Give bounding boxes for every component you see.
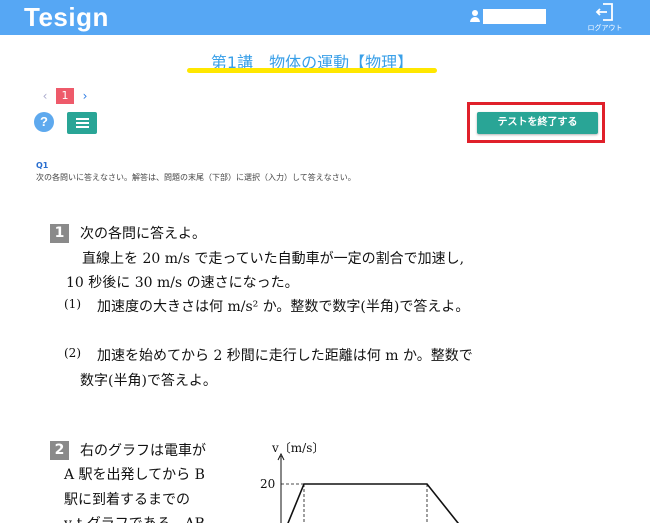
graph-ylabel: v〔m/s〕 — [271, 441, 324, 455]
help-button[interactable]: ? — [34, 112, 54, 132]
list-icon-line — [76, 126, 89, 128]
graph-velocity-line — [287, 483, 460, 523]
problem-text-line: 駅に到着するまでの — [64, 492, 190, 508]
pager-prev-button[interactable]: ‹ — [38, 89, 52, 103]
app-logo: Tesign — [24, 2, 109, 32]
question-pager: ‹ 1 › — [38, 88, 92, 104]
problem-text-line: A 駅を出発してから B — [64, 467, 205, 483]
problem-text-line: 右のグラフは電車が — [80, 443, 206, 459]
pager-current-page[interactable]: 1 — [56, 88, 74, 104]
graph-ytick-label: 20 — [260, 477, 275, 491]
problem-number-box: 1 — [50, 224, 69, 243]
logout-button[interactable]: ログアウト — [585, 2, 625, 34]
subquestion-number: (2) — [64, 346, 81, 360]
problem-lead: 次の各問に答えよ。 — [80, 226, 206, 242]
pager-next-button[interactable]: › — [78, 89, 92, 103]
user-name-redacted — [483, 9, 546, 24]
problem-number-box: 2 — [50, 441, 69, 460]
title-underline — [187, 68, 437, 73]
logout-label: ログアウト — [587, 24, 623, 32]
subquestion-text: 加速を始めてから 2 秒間に走行した距離は何 m か。整数で — [97, 348, 473, 364]
menu-list-button[interactable] — [67, 112, 97, 134]
question-number: Q1 — [36, 161, 49, 170]
problem-text-line: v-t グラフである。AB — [64, 513, 205, 523]
user-icon — [469, 10, 481, 23]
app-header: Tesign ログアウト — [0, 0, 650, 35]
question-instruction: 次の各問いに答えなさい。解答は、問題の末尾（下部）に選択（入力）して答えなさい。 — [36, 173, 356, 182]
vt-graph: v〔m/s〕 20 — [260, 441, 460, 523]
list-icon-line — [76, 122, 89, 124]
end-test-button[interactable]: テストを終了する — [477, 112, 598, 134]
subquestion-text: 数字(半角)で答えよ。 — [80, 373, 217, 389]
user-info — [469, 9, 546, 24]
list-icon-line — [76, 118, 89, 120]
subquestion-text: 加速度の大きさは何 m/s² か。整数で数字(半角)で答えよ。 — [97, 299, 470, 315]
problem-text-line: 直線上を 20 m/s で走っていた自動車が一定の割合で加速し, — [82, 251, 465, 267]
logout-icon — [595, 3, 613, 21]
subquestion-number: (1) — [64, 297, 81, 311]
problem-text-line: 10 秒後に 30 m/s の速さになった。 — [66, 275, 299, 291]
